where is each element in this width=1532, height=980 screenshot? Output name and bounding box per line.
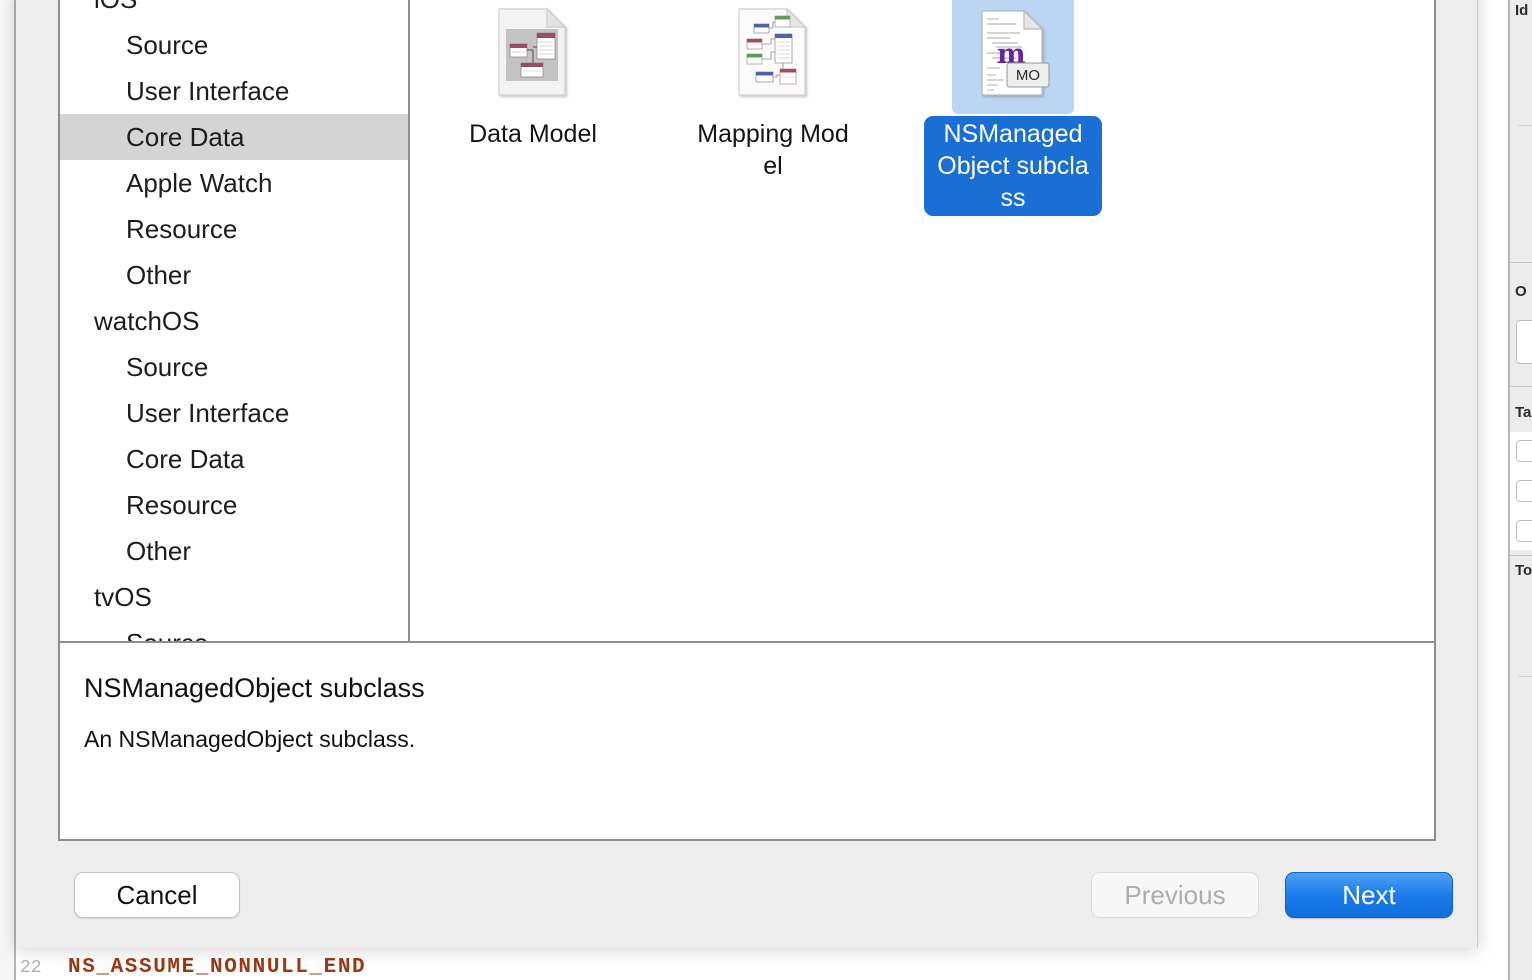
- sidebar-item-label: Source: [126, 29, 209, 60]
- sidebar-item-label: Resource: [126, 489, 238, 520]
- sidebar-item-core-data[interactable]: Core Data: [60, 436, 408, 482]
- template-label: Mapping Model: [697, 120, 849, 180]
- sidebar-item-tvos[interactable]: tvOS: [60, 574, 408, 620]
- inspector-section-identity: Id: [1515, 2, 1529, 19]
- cancel-button[interactable]: Cancel: [74, 872, 240, 918]
- code-line-number: 22: [20, 958, 42, 978]
- new-file-template-sheet: iOS Source User Interface Core Data Apple Wa…: [16, 0, 1478, 948]
- sidebar-item-label: Other: [126, 259, 192, 290]
- template-icon-box: [712, 0, 834, 114]
- template-item-nsmanagedobject-subclass[interactable]: m MO NSManagedObject subclass: [924, 0, 1102, 216]
- inspector-divider-3: [1510, 555, 1532, 556]
- template-grid: Data Model Mapping Model m MO NSManagedO…: [444, 0, 1434, 216]
- template-icon-box-selected: m MO: [952, 0, 1074, 114]
- sidebar-item-source[interactable]: Source: [60, 22, 408, 68]
- inspector-text-field[interactable]: [1516, 320, 1532, 364]
- platform-category-sidebar[interactable]: iOS Source User Interface Core Data Apple Wa…: [60, 0, 410, 641]
- sidebar-item-label: User Interface: [126, 397, 290, 428]
- sidebar-item-label: Core Data: [126, 121, 245, 152]
- sidebar-item-resource[interactable]: Resource: [60, 482, 408, 528]
- template-label: Data Model: [469, 120, 597, 148]
- sidebar-item-ios[interactable]: iOS: [60, 0, 408, 22]
- sidebar-scrollbar[interactable]: [401, 0, 407, 641]
- chooser-upper-area: iOS Source User Interface Core Data Apple Wa…: [60, 0, 1434, 641]
- code-line-text: NS_ASSUME_NONNULL_END: [68, 956, 367, 979]
- next-button[interactable]: Next: [1285, 872, 1453, 918]
- sidebar-item-label: Other: [126, 535, 192, 566]
- sidebar-item-apple-watch[interactable]: Apple Watch: [60, 160, 408, 206]
- inspector-divider-1: [1510, 262, 1532, 263]
- template-chooser-frame: iOS Source User Interface Core Data Apple Wa…: [58, 0, 1436, 841]
- template-label-selected: NSManagedObject subclass: [924, 116, 1102, 216]
- sidebar-item-label: iOS: [94, 0, 137, 15]
- data-model-document-icon: [498, 7, 567, 96]
- sidebar-item-resource[interactable]: Resource: [60, 206, 408, 252]
- sidebar-item-source[interactable]: Source: [60, 620, 408, 642]
- sidebar-item-user-interface[interactable]: User Interface: [60, 390, 408, 436]
- sidebar-item-label: User Interface: [126, 75, 290, 106]
- mapping-model-document-icon: [738, 7, 807, 96]
- sidebar-item-label: Resource: [126, 213, 238, 244]
- sidebar-item-other[interactable]: Other: [60, 252, 408, 298]
- sidebar-list[interactable]: iOS Source User Interface Core Data Apple Wa…: [60, 0, 408, 641]
- inspector-divider-2: [1510, 386, 1532, 387]
- sidebar-item-label: Apple Watch: [126, 167, 273, 198]
- template-item-mapping-model[interactable]: Mapping Model: [684, 0, 862, 216]
- inspector-checkbox-row-2[interactable]: [1516, 480, 1532, 502]
- template-grid-pane[interactable]: Data Model Mapping Model m MO NSManagedO…: [410, 0, 1434, 641]
- inspector-section-options: O: [1515, 283, 1527, 300]
- template-icon-box: [472, 0, 594, 114]
- sidebar-item-label: Source: [126, 351, 209, 382]
- inspector-checkbox-row-3[interactable]: [1516, 520, 1532, 542]
- nsmanagedobject-document-icon: m MO: [981, 9, 1050, 96]
- inspector-checkbox-row-1[interactable]: [1516, 440, 1532, 462]
- sidebar-item-label: watchOS: [94, 305, 200, 336]
- utilities-inspector-panel[interactable]: Id O Ta To: [1508, 0, 1532, 980]
- sidebar-item-other[interactable]: Other: [60, 528, 408, 574]
- inspector-section-tools: To: [1515, 562, 1532, 579]
- inspector-field-separator: [1518, 125, 1532, 126]
- sidebar-item-source[interactable]: Source: [60, 344, 408, 390]
- inspector-field-separator-2: [1518, 676, 1532, 677]
- sidebar-item-core-data[interactable]: Core Data: [60, 114, 408, 160]
- sidebar-item-label: Core Data: [126, 443, 245, 474]
- description-title: NSManagedObject subclass: [84, 673, 425, 703]
- template-item-data-model[interactable]: Data Model: [444, 0, 622, 216]
- description-body: An NSManagedObject subclass.: [84, 726, 416, 752]
- sidebar-item-label: tvOS: [94, 581, 152, 612]
- sidebar-item-watchos[interactable]: watchOS: [60, 298, 408, 344]
- mo-badge-text: MO: [1016, 67, 1040, 84]
- template-description-pane: NSManagedObject subclass An NSManagedObj…: [60, 643, 1434, 839]
- previous-button[interactable]: Previous: [1091, 872, 1259, 918]
- dialog-footer: Cancel Previous Next: [58, 855, 1453, 935]
- inspector-section-target: Ta: [1515, 404, 1532, 421]
- sidebar-item-user-interface[interactable]: User Interface: [60, 68, 408, 114]
- sidebar-item-label: Source: [126, 628, 208, 642]
- editor-gutter: [0, 0, 14, 980]
